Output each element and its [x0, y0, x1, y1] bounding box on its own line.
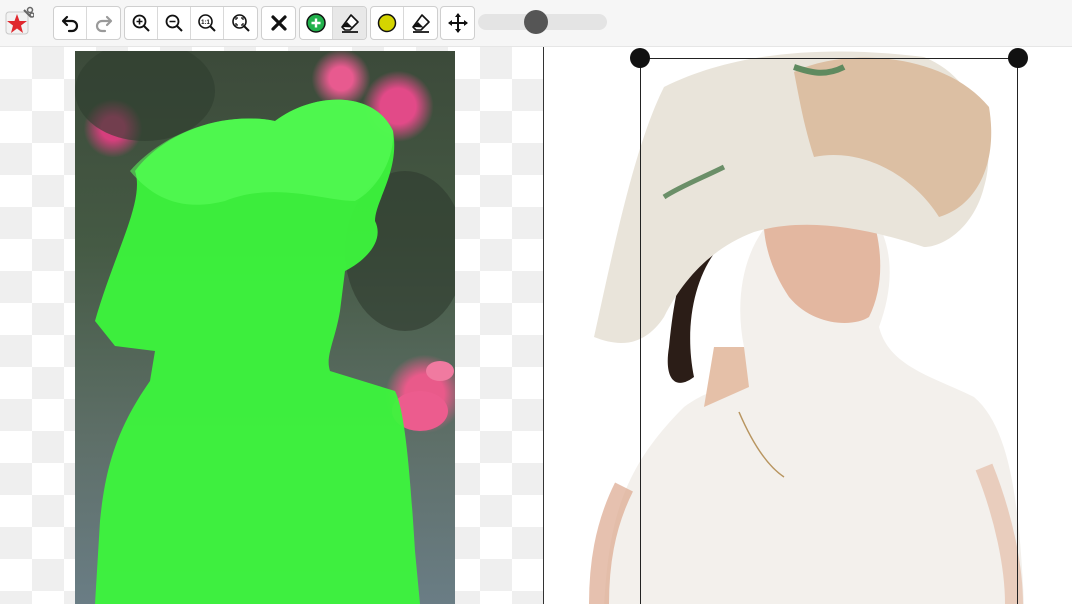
brush-size-slider[interactable]	[478, 10, 607, 34]
move-group	[440, 6, 475, 40]
clear-group	[261, 6, 296, 40]
undo-button[interactable]	[54, 7, 87, 39]
eraser-button[interactable]	[404, 7, 437, 39]
top-left-resize-handle[interactable]	[630, 48, 650, 68]
color-tools-group	[370, 6, 438, 40]
source-photo	[75, 47, 465, 604]
yellow-dot-icon	[377, 13, 397, 33]
selection-box[interactable]	[640, 58, 1018, 604]
result-canvas[interactable]	[544, 47, 1072, 604]
clear-button[interactable]	[262, 7, 295, 39]
zoom-out-button[interactable]	[158, 7, 191, 39]
redo-icon	[95, 15, 112, 33]
eraser-icon	[411, 14, 430, 33]
toolbar: 1:1	[0, 0, 1072, 47]
zoom-actual-size-button[interactable]: 1:1	[191, 7, 224, 39]
mask-tools-group	[299, 6, 367, 40]
app-logo-icon	[4, 6, 35, 36]
redo-button[interactable]	[87, 7, 120, 39]
undo-icon	[61, 15, 79, 33]
zoom-out-icon	[165, 14, 183, 32]
slider-thumb[interactable]	[524, 10, 549, 34]
close-icon	[270, 15, 287, 31]
erase-mask-button[interactable]	[333, 7, 366, 39]
zoom-actual-icon: 1:1	[198, 14, 216, 32]
mark-color-button[interactable]	[371, 7, 404, 39]
move-button[interactable]	[441, 7, 474, 39]
move-icon	[447, 13, 468, 33]
eraser-icon	[340, 14, 359, 33]
plus-circle-icon	[306, 13, 326, 33]
zoom-in-icon	[132, 14, 150, 32]
zoom-in-button[interactable]	[125, 7, 158, 39]
history-group	[53, 6, 121, 40]
add-mask-button[interactable]	[300, 7, 333, 39]
zoom-fit-icon	[231, 14, 250, 32]
source-canvas[interactable]	[0, 47, 543, 604]
zoom-fit-button[interactable]	[224, 7, 257, 39]
zoom-group: 1:1	[124, 6, 258, 40]
zoom-actual-label: 1:1	[201, 20, 210, 26]
workspace	[0, 47, 1072, 604]
top-right-resize-handle[interactable]	[1008, 48, 1028, 68]
